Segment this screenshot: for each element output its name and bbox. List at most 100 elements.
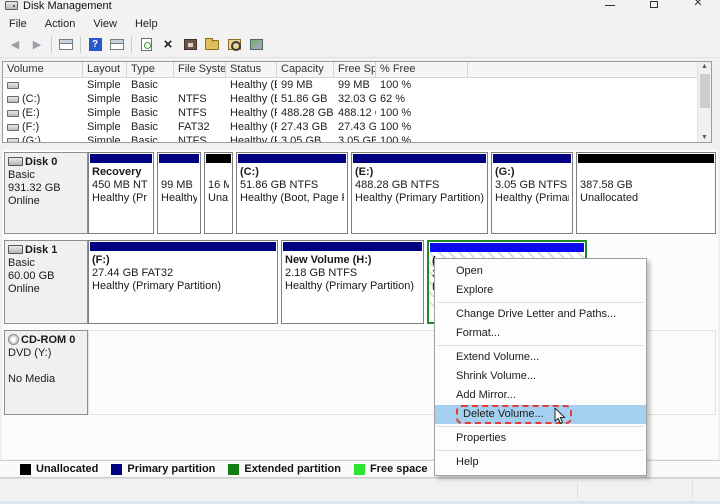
minimize-button[interactable] bbox=[588, 0, 632, 8]
column-header-type[interactable]: Type bbox=[127, 62, 174, 78]
menu-item-change-drive-letter[interactable]: Change Drive Letter and Paths... bbox=[435, 305, 646, 324]
menu-item-format[interactable]: Format... bbox=[435, 324, 646, 343]
partition-16mb-unallocated[interactable]: 16 M Una bbox=[204, 152, 233, 234]
maximize-icon bbox=[650, 1, 658, 8]
view-button[interactable] bbox=[245, 35, 267, 55]
partition-color-bar bbox=[493, 154, 571, 163]
partition-unallocated[interactable]: 387.58 GB Unallocated bbox=[576, 152, 716, 234]
disk-icon bbox=[8, 245, 23, 254]
toolbar-separator bbox=[131, 36, 132, 53]
menu-view[interactable]: View bbox=[84, 18, 126, 30]
back-icon: ◀ bbox=[10, 39, 20, 51]
volume-icon bbox=[7, 137, 19, 142]
legend-unallocated: Unallocated bbox=[20, 463, 98, 475]
partition-99mb[interactable]: 99 MB Healthy bbox=[157, 152, 201, 234]
help-button[interactable]: ? bbox=[84, 35, 106, 55]
column-header-freespace[interactable]: Free Spa... bbox=[334, 62, 376, 78]
column-header-status[interactable]: Status bbox=[226, 62, 277, 78]
volume-row-f[interactable]: (F:) Simple Basic FAT32 Healthy (P... 27… bbox=[3, 120, 711, 134]
partition-recovery[interactable]: Recovery 450 MB NT Healthy (Pr bbox=[88, 152, 154, 234]
partition-color-bar bbox=[353, 154, 486, 163]
close-button[interactable]: ✕ bbox=[676, 0, 720, 9]
menu-item-add-mirror[interactable]: Add Mirror... bbox=[435, 386, 646, 405]
mouse-cursor-icon bbox=[554, 408, 566, 424]
forward-icon: ▶ bbox=[32, 39, 42, 51]
volume-icon bbox=[7, 81, 19, 89]
menu-help[interactable]: Help bbox=[126, 18, 167, 30]
maximize-button[interactable] bbox=[632, 0, 676, 8]
refresh-button[interactable] bbox=[135, 35, 157, 55]
volume-list-header: Volume Layout Type File System Status Ca… bbox=[3, 62, 711, 78]
title-bar: Disk Management ✕ bbox=[0, 0, 720, 15]
volume-icon bbox=[7, 123, 19, 131]
partition-f[interactable]: (F:) 27.44 GB FAT32 Healthy (Primary Par… bbox=[88, 240, 278, 324]
show-console-tree-button[interactable] bbox=[55, 35, 77, 55]
volume-row-g-clipped[interactable]: (G:) Simple Basic NTFS Healthy (P... 3.0… bbox=[3, 134, 711, 142]
legend-swatch bbox=[228, 463, 240, 475]
search-icon bbox=[227, 39, 241, 51]
back-button[interactable]: ◀ bbox=[4, 35, 26, 55]
window-title: Disk Management bbox=[23, 0, 112, 12]
partition-g[interactable]: (G:) 3.05 GB NTFS Healthy (Primar bbox=[491, 152, 573, 234]
column-header-filler bbox=[468, 62, 711, 78]
app-icon bbox=[5, 1, 18, 10]
column-header-layout[interactable]: Layout bbox=[83, 62, 127, 78]
partition-color-bar bbox=[283, 242, 422, 251]
menu-item-help[interactable]: Help bbox=[435, 453, 646, 472]
toolbar: ◀ ▶ ? × bbox=[0, 32, 720, 58]
volume-row-efi[interactable]: Simple Basic Healthy (E... 99 MB 99 MB 1… bbox=[3, 78, 711, 92]
cd-icon bbox=[8, 334, 19, 345]
menu-separator bbox=[437, 302, 644, 303]
statusbar-divider bbox=[692, 482, 693, 498]
column-header-filesystem[interactable]: File System bbox=[174, 62, 226, 78]
menu-item-open[interactable]: Open bbox=[435, 262, 646, 281]
open-folder-icon bbox=[205, 37, 219, 50]
partition-color-bar-selected bbox=[430, 243, 584, 252]
forward-button[interactable]: ▶ bbox=[26, 35, 48, 55]
volume-row-c[interactable]: (C:) Simple Basic NTFS Healthy (B... 51.… bbox=[3, 92, 711, 106]
partition-c[interactable]: (C:) 51.86 GB NTFS Healthy (Boot, Page F… bbox=[236, 152, 348, 234]
scroll-down-icon[interactable]: ▼ bbox=[701, 133, 708, 142]
menu-separator bbox=[437, 345, 644, 346]
cdrom-label[interactable]: CD-ROM 0 DVD (Y:) No Media bbox=[4, 330, 88, 415]
delete-button[interactable]: × bbox=[157, 35, 179, 55]
show-action-pane-button[interactable] bbox=[106, 35, 128, 55]
menu-file[interactable]: File bbox=[0, 18, 36, 30]
status-bar bbox=[0, 478, 720, 504]
disk0-label[interactable]: Disk 0 Basic 931.32 GB Online bbox=[4, 152, 88, 234]
column-header-volume[interactable]: Volume bbox=[3, 62, 83, 78]
action-pane-icon bbox=[110, 39, 124, 50]
scrollbar-thumb[interactable] bbox=[700, 74, 710, 108]
minimize-icon bbox=[605, 5, 615, 6]
legend-extended-partition: Extended partition bbox=[228, 463, 341, 475]
volume-icon bbox=[7, 95, 19, 103]
menu-action[interactable]: Action bbox=[36, 18, 85, 30]
menu-item-delete-volume[interactable]: Delete Volume... bbox=[435, 405, 646, 424]
menu-item-extend-volume[interactable]: Extend Volume... bbox=[435, 348, 646, 367]
disk0-row: Disk 0 Basic 931.32 GB Online Recovery 4… bbox=[4, 152, 716, 234]
properties-icon bbox=[183, 39, 197, 50]
menu-item-shrink-volume[interactable]: Shrink Volume... bbox=[435, 367, 646, 386]
toolbar-separator bbox=[51, 36, 52, 53]
column-header-pctfree[interactable]: % Free bbox=[376, 62, 468, 78]
partition-e[interactable]: (E:) 488.28 GB NTFS Healthy (Primary Par… bbox=[351, 152, 488, 234]
statusbar-divider bbox=[577, 482, 578, 498]
scroll-up-icon[interactable]: ▲ bbox=[701, 62, 708, 71]
properties-button[interactable] bbox=[179, 35, 201, 55]
column-header-capacity[interactable]: Capacity bbox=[277, 62, 334, 78]
partition-color-bar bbox=[238, 154, 346, 163]
disk1-label[interactable]: Disk 1 Basic 60.00 GB Online bbox=[4, 240, 88, 324]
open-button[interactable] bbox=[201, 35, 223, 55]
find-button[interactable] bbox=[223, 35, 245, 55]
volume-row-e[interactable]: (E:) Simple Basic NTFS Healthy (P... 488… bbox=[3, 106, 711, 120]
partition-h[interactable]: New Volume (H:) 2.18 GB NTFS Healthy (Pr… bbox=[281, 240, 424, 324]
menu-item-explore[interactable]: Explore bbox=[435, 281, 646, 300]
partition-color-bar bbox=[159, 154, 199, 163]
vertical-scrollbar[interactable]: ▲ ▼ bbox=[697, 62, 711, 142]
delete-x-icon: × bbox=[163, 35, 173, 53]
legend-swatch bbox=[20, 463, 31, 475]
menu-item-properties[interactable]: Properties bbox=[435, 429, 646, 448]
help-icon: ? bbox=[88, 38, 102, 51]
context-menu: Open Explore Change Drive Letter and Pat… bbox=[434, 258, 647, 476]
computer-view-icon bbox=[249, 39, 263, 50]
